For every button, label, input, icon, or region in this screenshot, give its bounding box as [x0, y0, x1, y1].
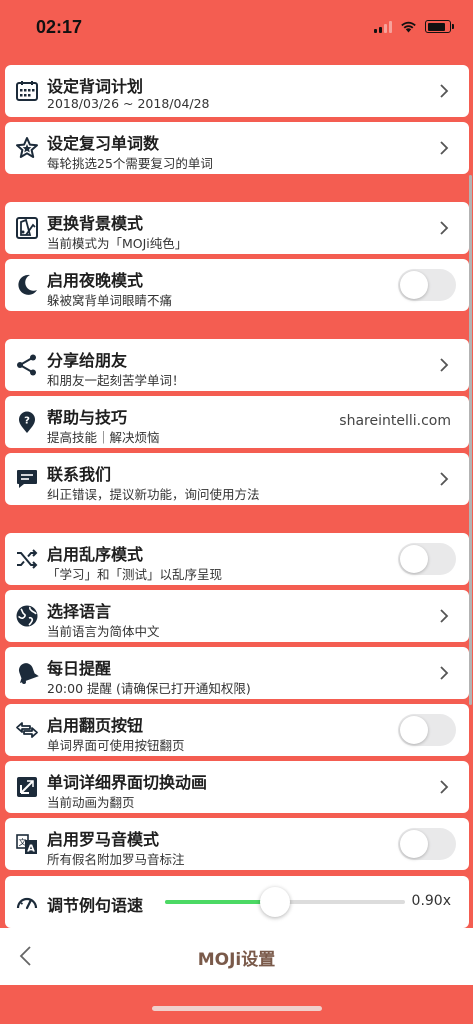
setting-title: 启用罗马音模式	[47, 830, 160, 849]
chevron-right-icon	[440, 358, 449, 372]
setting-shuffle-mode: 启用乱序模式 「学习」和「测试」以乱序呈现	[5, 533, 469, 585]
setting-contact[interactable]: 联系我们 纠正错误，提议新功能，询问使用方法	[5, 453, 469, 505]
setting-subtitle: 躲被窝背单词眼睛不痛	[47, 293, 173, 308]
speech-rate-slider[interactable]	[165, 887, 405, 917]
setting-subtitle: 当前动画为翻页	[47, 795, 135, 810]
setting-night-mode: 启用夜晚模式 躲被窝背单词眼睛不痛	[5, 259, 469, 311]
setting-study-plan[interactable]: 设定背词计划 2018/03/26 ~ 2018/04/28	[5, 65, 469, 117]
battery-icon	[425, 20, 454, 33]
setting-title: 单词详细界面切换动画	[47, 773, 208, 792]
setting-subtitle: 20:00 提醒 (请确保已打开通知权限)	[47, 681, 251, 696]
setting-help[interactable]: ? 帮助与技巧 提高技能｜解决烦恼 shareintelli.com	[5, 396, 469, 448]
chevron-right-icon	[440, 609, 449, 623]
page-flip-icon	[14, 774, 40, 800]
slider-fill	[165, 900, 276, 904]
romaji-mode-toggle[interactable]	[398, 828, 456, 860]
setting-subtitle: 「学习」和「测试」以乱序呈现	[47, 567, 223, 582]
setting-subtitle: 当前语言为简体中文	[47, 624, 160, 639]
calendar-icon	[14, 78, 40, 104]
palette-icon	[14, 215, 40, 241]
setting-title: 启用翻页按钮	[47, 716, 144, 735]
setting-share[interactable]: 分享给朋友 和朋友一起刻苦学单词！	[5, 339, 469, 391]
setting-title: 帮助与技巧	[47, 408, 128, 427]
bottom-nav-bar: MOJi设置	[0, 928, 473, 985]
setting-subtitle: 和朋友一起刻苦学单词！	[47, 373, 185, 388]
bell-icon	[14, 660, 40, 686]
night-mode-toggle[interactable]	[398, 269, 456, 301]
setting-subtitle: 提高技能｜解决烦恼	[47, 430, 160, 445]
setting-romaji-mode: 文A 启用罗马音模式 所有假名附加罗马音标注	[5, 818, 469, 870]
setting-daily-reminder[interactable]: 每日提醒 20:00 提醒 (请确保已打开通知权限)	[5, 647, 469, 699]
translate-icon: 文A	[14, 831, 40, 857]
chevron-right-icon	[440, 141, 449, 155]
chevron-right-icon	[440, 84, 449, 98]
status-bar: 02:17	[0, 0, 473, 58]
setting-subtitle: 单词界面可使用按钮翻页	[47, 738, 185, 753]
page-title: MOJi设置	[197, 950, 276, 970]
setting-page-buttons: 启用翻页按钮 单词界面可使用按钮翻页	[5, 704, 469, 756]
scrollbar[interactable]	[469, 175, 472, 705]
toggle-knob	[400, 271, 428, 299]
setting-subtitle: 所有假名附加罗马音标注	[47, 852, 185, 867]
help-pin-icon: ?	[14, 409, 40, 435]
status-icons	[374, 20, 454, 33]
wifi-icon	[401, 21, 416, 33]
setting-title: 设定复习单词数	[47, 134, 160, 153]
svg-text:?: ?	[24, 416, 30, 427]
setting-title: 启用乱序模式	[47, 545, 144, 564]
speedometer-icon	[14, 889, 40, 915]
toggle-knob	[400, 830, 428, 858]
share-icon	[14, 352, 40, 378]
svg-text:文: 文	[19, 837, 27, 847]
message-icon	[14, 466, 40, 492]
setting-title: 选择语言	[47, 602, 112, 621]
setting-subtitle: 当前模式为「MOJi纯色」	[47, 236, 188, 251]
page-buttons-toggle[interactable]	[398, 714, 456, 746]
setting-title: 设定背词计划	[47, 77, 144, 96]
setting-subtitle: 每轮挑选25个需要复习的单词	[47, 156, 213, 171]
setting-title: 分享给朋友	[47, 351, 128, 370]
setting-title: 联系我们	[47, 465, 112, 484]
toggle-knob	[400, 545, 428, 573]
globe-icon	[14, 603, 40, 629]
moon-icon	[14, 272, 40, 298]
setting-title: 调节例句语速	[47, 896, 144, 915]
setting-subtitle: 纠正错误，提议新功能，询问使用方法	[47, 487, 260, 502]
swap-arrows-icon	[14, 717, 40, 743]
setting-title: 更换背景模式	[47, 214, 144, 233]
setting-language[interactable]: 选择语言 当前语言为简体中文	[5, 590, 469, 642]
setting-background-mode[interactable]: 更换背景模式 当前模式为「MOJi纯色」	[5, 202, 469, 254]
setting-speech-rate: 调节例句语速 0.90x	[5, 876, 469, 928]
setting-transition-animation[interactable]: 单词详细界面切换动画 当前动画为翻页	[5, 761, 469, 813]
setting-title: 启用夜晚模式	[47, 271, 144, 290]
chevron-right-icon	[440, 666, 449, 680]
chevron-right-icon	[440, 472, 449, 486]
shuffle-mode-toggle[interactable]	[398, 543, 456, 575]
help-site-link[interactable]: shareintelli.com	[339, 413, 451, 429]
status-time: 02:17	[36, 17, 83, 37]
slider-knob[interactable]	[260, 887, 291, 917]
setting-subtitle: 2018/03/26 ~ 2018/04/28	[47, 96, 210, 111]
setting-review-count[interactable]: 设定复习单词数 每轮挑选25个需要复习的单词	[5, 122, 469, 174]
setting-title: 每日提醒	[47, 659, 112, 678]
toggle-knob	[400, 716, 428, 744]
chevron-right-icon	[440, 221, 449, 235]
chevron-right-icon	[440, 780, 449, 794]
shuffle-icon	[14, 546, 40, 572]
svg-text:A: A	[27, 844, 35, 855]
cellular-signal-icon	[374, 20, 392, 33]
home-indicator	[152, 1006, 322, 1011]
star-icon	[14, 135, 40, 161]
speech-rate-value: 0.90x	[411, 893, 451, 909]
